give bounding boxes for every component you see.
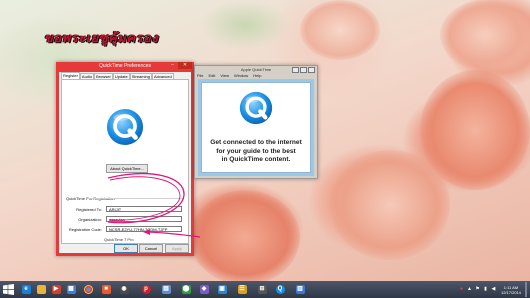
taskbar: e ▶ ▦ ■ ◉ p ▤ ⬤ ◆ ▣ ☰ ⊞ Q ▥ ● ▲ ⚑ ▮ ◀ 1:… <box>0 281 530 298</box>
registered-to-label: Registered To: <box>76 207 102 212</box>
organization-field[interactable]: essaylan <box>106 216 182 222</box>
taskbar-chrome-icon[interactable] <box>82 283 94 296</box>
taskbar-app-icon[interactable]: ☰ <box>236 283 248 296</box>
flag-icon[interactable]: ⚑ <box>475 287 480 292</box>
apple-quicktime-window: Apple QuickTime File Edit View Window He… <box>194 65 318 179</box>
volume-icon[interactable]: ◀ <box>491 287 496 292</box>
clock-time: 1:11 AM <box>503 284 519 290</box>
qt-minimize-button[interactable] <box>292 67 299 73</box>
app-icon: ⊞ <box>257 285 267 294</box>
taskbar-app-icon[interactable]: ▣ <box>216 283 228 296</box>
network-icon[interactable]: ▮ <box>483 287 488 292</box>
app-icon: ◉ <box>119 285 129 294</box>
close-button[interactable]: ✕ <box>178 62 192 69</box>
promo-line: Get connected to the internet <box>210 139 302 146</box>
organization-label: Organization: <box>78 217 102 222</box>
app-icon: ▣ <box>217 285 227 294</box>
wallpaper-rose <box>330 150 450 260</box>
taskbar-quicktime-icon[interactable]: Q <box>274 283 286 296</box>
taskbar-clock[interactable]: 1:11 AM 12/17/2014 <box>501 285 521 295</box>
windows-start-icon[interactable] <box>3 284 14 295</box>
register-tab-panel: About QuickTime... QuickTime Pro Registr… <box>61 79 189 244</box>
app-icon: ▥ <box>295 285 305 294</box>
taskbar-app-icon[interactable]: ◆ <box>198 283 210 296</box>
wallpaper-rose <box>190 190 300 285</box>
menu-edit[interactable]: Edit <box>208 73 215 78</box>
ie-icon: e <box>21 285 31 294</box>
taskbar-explorer-icon[interactable] <box>35 283 47 296</box>
quicktime-preferences-window: QuickTime Preferences – ✕ Register Audio… <box>56 62 194 256</box>
promo-line: for your guide to the best <box>216 147 296 155</box>
section-divider <box>88 198 184 199</box>
cancel-button[interactable]: Cancel <box>139 244 163 253</box>
taskbar-pinterest-icon[interactable]: p <box>140 283 152 296</box>
prefs-client-area: Register Audio Browser Update Streaming … <box>59 72 191 253</box>
registered-to-field[interactable]: ARIJIT <box>106 206 182 212</box>
chrome-icon <box>83 285 93 294</box>
promo-line: in QuickTime content. <box>221 156 291 163</box>
taskbar-app-icon[interactable]: ◉ <box>118 283 130 296</box>
qt-maximize-button[interactable] <box>300 67 307 73</box>
taskbar-app-icon[interactable]: ▦ <box>65 283 77 296</box>
apply-button[interactable]: Apply <box>165 244 189 253</box>
taskbar-ie-icon[interactable]: e <box>20 283 32 296</box>
menu-window[interactable]: Window <box>234 73 248 78</box>
qt-promo-panel[interactable]: Get connected to the internet for your g… <box>201 82 311 173</box>
folder-icon <box>36 285 46 294</box>
quicktime-icon: Q <box>275 285 285 294</box>
media-icon: ▶ <box>51 285 61 294</box>
quicktime-logo-icon <box>239 91 273 125</box>
pinterest-icon: p <box>141 285 151 294</box>
registration-code-field[interactable]: NCSR-E2YU-77HN-7GDM-TJFP <box>106 226 182 232</box>
tray-app-icon[interactable]: ● <box>459 287 464 292</box>
app-icon: ■ <box>101 285 111 294</box>
taskbar-app-icon[interactable]: ▥ <box>294 283 306 296</box>
taskbar-app-icon[interactable]: ▤ <box>160 283 172 296</box>
app-icon: ◆ <box>199 285 209 294</box>
wallpaper-rose <box>300 0 380 60</box>
clock-date: 12/17/2014 <box>500 289 521 295</box>
app-icon: ☰ <box>237 285 247 294</box>
app-icon: ⬤ <box>181 285 191 294</box>
app-icon: ▦ <box>66 285 76 294</box>
prefs-titlebar[interactable]: QuickTime Preferences – ✕ <box>56 62 194 71</box>
qt-content-frame: Get connected to the internet for your g… <box>198 79 314 176</box>
taskbar-app-icon[interactable]: ⬤ <box>180 283 192 296</box>
qt-promo-text: Get connected to the internet for your g… <box>202 139 310 165</box>
desktop-banner-text: ขอพระเยซูคุ้มครอง <box>44 31 159 46</box>
taskbar-media-icon[interactable]: ▶ <box>50 283 62 296</box>
system-tray: ● ▲ ⚑ ▮ ◀ 1:11 AM 12/17/2014 <box>459 281 527 298</box>
about-quicktime-button[interactable]: About QuickTime... <box>106 164 148 173</box>
taskbar-app-icon[interactable]: ⊞ <box>256 283 268 296</box>
wallpaper-rose <box>440 0 530 70</box>
minimize-button[interactable]: – <box>167 62 178 69</box>
menu-file[interactable]: File <box>197 73 203 78</box>
wallpaper-leaf <box>200 0 290 50</box>
close-icon: ✕ <box>182 62 188 68</box>
ok-button[interactable]: OK <box>114 244 138 253</box>
registration-code-label: Registration Code: <box>68 227 102 232</box>
menu-help[interactable]: Help <box>253 73 261 78</box>
quicktime-pro-label: QuickTime 7 Pro <box>104 237 134 242</box>
app-icon: ▤ <box>161 285 171 294</box>
qt-close-button[interactable] <box>308 67 315 73</box>
taskbar-app-icon[interactable]: ■ <box>100 283 112 296</box>
qt-menubar: File Edit View Window Help <box>197 73 266 78</box>
minimize-icon: – <box>171 62 174 68</box>
tab-register[interactable]: Register <box>61 72 80 79</box>
quicktime-logo-icon <box>106 108 144 146</box>
menu-view[interactable]: View <box>220 73 229 78</box>
show-desktop-button[interactable] <box>525 282 527 297</box>
tray-app-icon[interactable]: ▲ <box>467 287 472 292</box>
